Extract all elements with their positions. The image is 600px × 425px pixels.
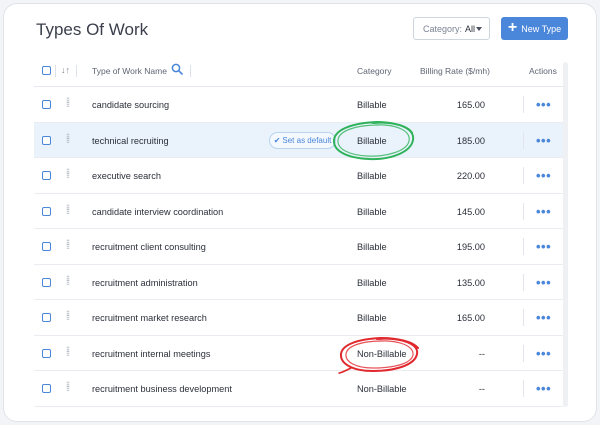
type-of-work-name: recruitment internal meetings <box>92 348 211 359</box>
plus-icon: + <box>507 18 518 36</box>
new-type-label: New Type <box>521 23 562 34</box>
more-actions-icon[interactable]: ••• <box>536 239 551 254</box>
scrollbar[interactable] <box>563 62 568 407</box>
row-checkbox[interactable] <box>42 277 51 287</box>
search-icon[interactable] <box>171 63 183 77</box>
more-actions-icon[interactable]: ••• <box>536 275 551 290</box>
row-checkbox[interactable] <box>42 135 51 145</box>
table-row[interactable]: ⁝⁝ ⁝⁝ recruitment client consulting Billabl… <box>34 229 563 265</box>
types-of-work-panel: Types Of Work Category: All + New Type ↓… <box>3 3 597 422</box>
row-checkbox[interactable] <box>42 384 51 393</box>
row-billing-rate: -- <box>478 348 485 359</box>
table-row[interactable]: ⁝⁝ ⁝⁝ recruitment internal meetings Non-Bil… <box>34 336 563 371</box>
row-category: Billable <box>357 313 387 323</box>
more-actions-icon[interactable]: ••• <box>536 310 551 325</box>
type-of-work-name: technical recruiting <box>92 135 169 146</box>
divider <box>190 65 191 77</box>
type-of-work-name: candidate interview coordination <box>92 206 224 217</box>
drag-handle-icon[interactable]: ⁝⁝ ⁝⁝ <box>66 203 70 215</box>
divider <box>523 273 524 291</box>
row-checkbox[interactable] <box>42 242 51 251</box>
column-header-actions: Actions <box>529 66 557 76</box>
category-filter-select[interactable]: Category: All <box>413 17 490 40</box>
drag-handle-icon[interactable]: ⁝⁝ ⁝⁝ <box>66 132 70 144</box>
row-billing-rate: 195.00 <box>456 242 485 252</box>
drag-handle-icon[interactable]: ⁝⁝ ⁝⁝ <box>66 97 70 109</box>
type-of-work-name: recruitment market research <box>92 313 207 323</box>
type-of-work-name: executive search <box>92 171 161 181</box>
chevron-down-icon <box>476 27 482 31</box>
category-filter-value: All <box>465 23 476 34</box>
table-row[interactable]: ⁝⁝ ⁝⁝ technical recruiting ✔ Set as default B… <box>34 122 563 158</box>
sort-icon[interactable]: ↓↑ <box>61 65 70 75</box>
row-category: Billable <box>357 277 387 288</box>
divider <box>55 65 56 77</box>
table-header: ↓↑ Type of Work Name Category Billing Ra… <box>34 54 563 87</box>
category-filter-label: Category: <box>423 23 463 34</box>
table-row[interactable]: ⁝⁝ ⁝⁝ candidate sourcing Billable 165.00 ••• <box>34 87 563 123</box>
drag-handle-icon[interactable]: ⁝⁝ ⁝⁝ <box>66 345 70 357</box>
divider <box>523 238 524 255</box>
new-type-button[interactable]: + New Type <box>501 17 568 40</box>
row-checkbox[interactable] <box>42 313 51 322</box>
type-of-work-name: candidate sourcing <box>92 100 170 110</box>
table-row[interactable]: ⁝⁝ ⁝⁝ recruitment administration Billable 13… <box>34 265 563 300</box>
row-billing-rate: 135.00 <box>456 277 485 288</box>
row-checkbox[interactable] <box>42 171 51 180</box>
more-actions-icon[interactable]: ••• <box>536 133 551 148</box>
table-row[interactable]: ⁝⁝ ⁝⁝ recruitment market research Billable 1… <box>34 300 563 336</box>
row-billing-rate: 220.00 <box>456 171 485 181</box>
divider <box>523 131 524 149</box>
type-of-work-name: recruitment administration <box>92 277 198 288</box>
divider <box>523 344 524 362</box>
row-category: Billable <box>357 242 387 252</box>
divider <box>523 309 524 326</box>
row-checkbox[interactable] <box>42 348 51 358</box>
row-category: Billable <box>357 171 387 181</box>
table-body: ⁝⁝ ⁝⁝ candidate sourcing Billable 165.00 ••• ⁝… <box>34 87 563 407</box>
more-actions-icon[interactable]: ••• <box>536 97 551 112</box>
row-category: Billable <box>357 206 387 217</box>
types-of-work-table: ↓↑ Type of Work Name Category Billing Ra… <box>34 54 563 407</box>
set-as-default-button[interactable]: ✔ Set as default <box>269 131 336 149</box>
row-checkbox[interactable] <box>42 100 51 109</box>
row-billing-rate: -- <box>478 384 485 394</box>
divider <box>523 96 524 113</box>
row-category: Billable <box>357 135 387 146</box>
table-row[interactable]: ⁝⁝ ⁝⁝ candidate interview coordination Bill… <box>34 194 563 229</box>
drag-handle-icon[interactable]: ⁝⁝ ⁝⁝ <box>66 381 70 393</box>
page-title: Types Of Work <box>36 20 149 39</box>
drag-handle-icon[interactable]: ⁝⁝ ⁝⁝ <box>66 310 70 322</box>
row-billing-rate: 145.00 <box>456 206 485 217</box>
divider <box>76 65 77 77</box>
select-all-checkbox[interactable] <box>42 66 51 75</box>
row-billing-rate: 165.00 <box>456 100 485 110</box>
check-icon: ✔ <box>273 135 281 145</box>
more-actions-icon[interactable]: ••• <box>536 381 551 396</box>
drag-handle-icon[interactable]: ⁝⁝ ⁝⁝ <box>66 239 70 251</box>
table-row[interactable]: ⁝⁝ ⁝⁝ recruitment business development Non-… <box>34 371 563 407</box>
type-of-work-name: recruitment client consulting <box>92 242 206 252</box>
more-actions-icon[interactable]: ••• <box>536 168 551 183</box>
divider <box>523 167 524 184</box>
table-row[interactable]: ⁝⁝ ⁝⁝ executive search Billable 220.00 ••• <box>34 158 563 194</box>
more-actions-icon[interactable]: ••• <box>536 346 551 361</box>
row-category: Non-Billable <box>357 348 407 359</box>
drag-handle-icon[interactable]: ⁝⁝ ⁝⁝ <box>66 274 70 286</box>
row-checkbox[interactable] <box>42 206 51 216</box>
row-category: Non-Billable <box>357 384 407 394</box>
row-category: Billable <box>357 100 387 110</box>
column-header-category[interactable]: Category <box>357 66 392 76</box>
column-header-name[interactable]: Type of Work Name <box>92 66 167 76</box>
type-of-work-name: recruitment business development <box>92 384 232 394</box>
drag-handle-icon[interactable]: ⁝⁝ ⁝⁝ <box>66 168 70 180</box>
more-actions-icon[interactable]: ••• <box>536 204 551 219</box>
column-header-rate[interactable]: Billing Rate ($/mh) <box>420 66 490 76</box>
divider <box>523 202 524 220</box>
row-billing-rate: 165.00 <box>456 313 485 323</box>
row-billing-rate: 185.00 <box>456 135 485 146</box>
divider <box>523 380 524 397</box>
set-as-default-label: Set as default <box>282 135 332 145</box>
